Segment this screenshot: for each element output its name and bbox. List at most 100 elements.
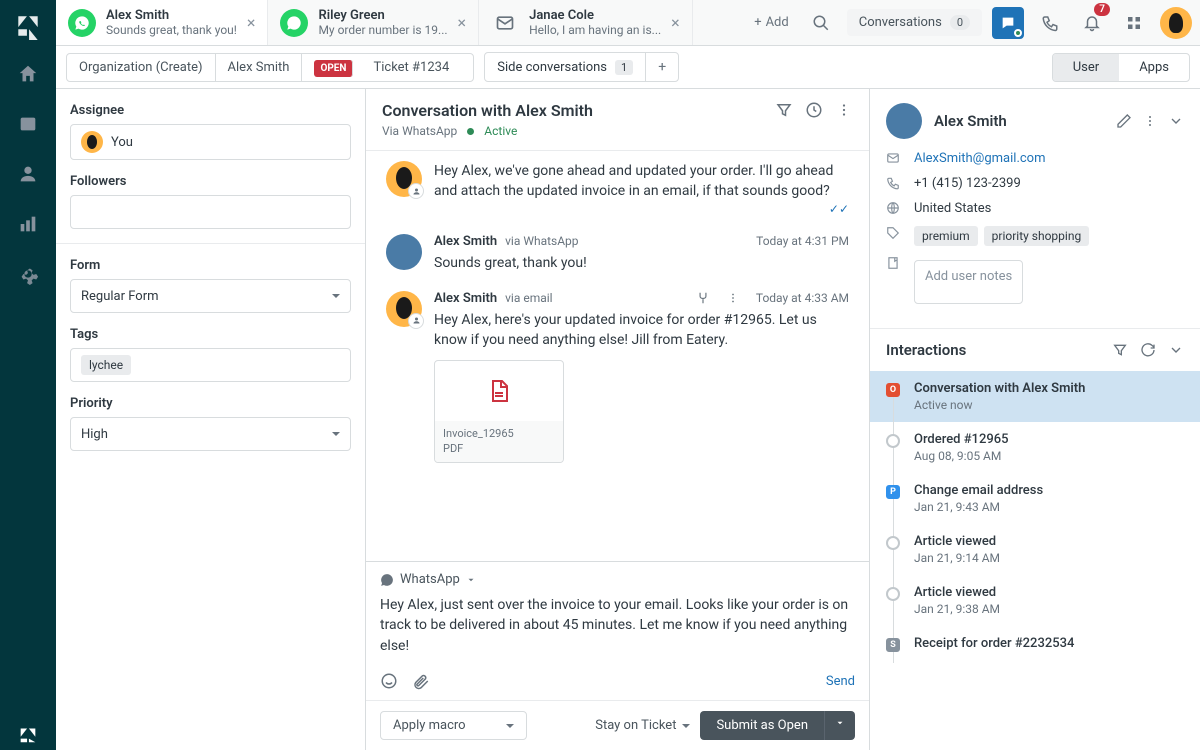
nav-settings[interactable] <box>12 258 44 290</box>
interaction-item[interactable]: SReceipt for order #2232534 <box>870 626 1200 663</box>
followers-field[interactable] <box>70 195 351 229</box>
close-icon[interactable]: × <box>458 13 467 32</box>
emoji-icon[interactable] <box>380 672 398 690</box>
composer-input[interactable]: Hey Alex, just sent over the invoice to … <box>366 591 869 666</box>
tags-label: Tags <box>70 327 351 342</box>
interaction-item[interactable]: Ordered #12965Aug 08, 9:05 AM <box>870 422 1200 473</box>
stay-on-ticket[interactable]: Stay on Ticket <box>595 718 690 733</box>
close-icon[interactable]: × <box>671 13 680 32</box>
chat-button[interactable] <box>992 7 1024 39</box>
ticket-properties: Assignee You Followers Form Regular Form… <box>56 89 366 750</box>
message-via: via email <box>505 291 552 305</box>
crumb-ticket[interactable]: OPENTicket #1234 <box>302 54 473 81</box>
channel-badge-icon <box>408 183 424 199</box>
assignee-field[interactable]: You <box>70 124 351 160</box>
send-button[interactable]: Send <box>826 674 855 689</box>
call-button[interactable] <box>1034 7 1066 39</box>
tab-riley-green[interactable]: Riley GreenMy order number is 19... × <box>268 0 479 45</box>
submit-dropdown[interactable] <box>824 711 855 740</box>
attachment[interactable]: Invoice_12965PDF <box>434 360 564 463</box>
user-pane: Alex Smith AlexSmith@gmail.com +1 (415) … <box>870 89 1200 750</box>
nav-rail <box>0 0 56 750</box>
add-side-conversation[interactable]: + <box>645 53 678 81</box>
interaction-item[interactable]: OConversation with Alex SmithActive now <box>870 371 1200 422</box>
interaction-item[interactable]: PChange email addressJan 21, 9:43 AM <box>870 473 1200 524</box>
nav-customers[interactable] <box>12 158 44 190</box>
plus-icon: + <box>754 15 761 30</box>
whatsapp-icon <box>280 9 308 37</box>
tab-janae-cole[interactable]: Janae ColeHello, I am having an is... × <box>479 0 693 45</box>
tab-subtitle: Sounds great, thank you! <box>106 23 237 37</box>
user-location: United States <box>914 201 991 216</box>
attach-icon[interactable] <box>412 672 430 690</box>
message-more-icon[interactable] <box>726 291 740 305</box>
more-icon[interactable] <box>835 101 853 119</box>
search-button[interactable] <box>805 7 837 39</box>
chevron-down-icon[interactable] <box>1168 113 1184 129</box>
crumb-org[interactable]: Organization (Create) <box>67 54 216 81</box>
submit-button[interactable]: Submit as Open <box>700 711 824 740</box>
message-via: via WhatsApp <box>505 234 578 248</box>
phone-icon <box>886 176 902 190</box>
conversation-pane: Conversation with Alex Smith Via WhatsAp… <box>366 89 870 750</box>
side-conversations-button[interactable]: Side conversations1 <box>485 54 645 81</box>
tag-chip: lychee <box>81 355 131 375</box>
user-notes[interactable]: Add user notes <box>914 260 1023 304</box>
avatar <box>386 234 422 270</box>
interaction-item[interactable]: Article viewedJan 21, 9:14 AM <box>870 524 1200 575</box>
priority-select[interactable]: High <box>70 417 351 451</box>
filter-icon[interactable] <box>1112 342 1128 358</box>
tag-icon <box>886 226 902 240</box>
interaction-item[interactable]: Article viewedJan 21, 9:38 AM <box>870 575 1200 626</box>
history-icon[interactable] <box>805 101 823 119</box>
crumb-user[interactable]: Alex Smith <box>216 54 303 81</box>
macro-select[interactable]: Apply macro <box>380 711 527 740</box>
add-button[interactable]: +Add <box>748 9 795 36</box>
topbar: Alex SmithSounds great, thank you! × Ril… <box>56 0 1200 46</box>
attachment-type: PDF <box>443 442 555 456</box>
nav-reports[interactable] <box>12 208 44 240</box>
user-email[interactable]: AlexSmith@gmail.com <box>914 151 1046 166</box>
apps-button[interactable] <box>1118 7 1150 39</box>
user-tag: premium <box>914 226 978 246</box>
notifications-button[interactable]: 7 <box>1076 7 1108 39</box>
interactions-title: Interactions <box>886 341 1112 359</box>
tab-alex-smith[interactable]: Alex SmithSounds great, thank you! × <box>56 0 268 45</box>
submit-button-group: Submit as Open <box>700 711 855 740</box>
more-icon[interactable] <box>1142 113 1158 129</box>
email-icon <box>491 9 519 37</box>
timeline-dot <box>886 587 900 601</box>
nav-views[interactable] <box>12 108 44 140</box>
status-open-icon: O <box>886 383 900 397</box>
nav-home[interactable] <box>12 58 44 90</box>
tab-title: Riley Green <box>318 8 447 23</box>
attachment-name: Invoice_12965 <box>443 427 555 441</box>
conversation-status: Active <box>484 124 517 138</box>
refresh-icon[interactable] <box>1140 342 1156 358</box>
filter-icon[interactable] <box>775 101 793 119</box>
conversation-title: Conversation with Alex Smith <box>382 101 775 120</box>
status-dot <box>467 128 474 135</box>
tab-subtitle: My order number is 19... <box>318 23 447 37</box>
tab-title: Alex Smith <box>106 8 237 23</box>
interactions-list: OConversation with Alex SmithActive now … <box>870 371 1200 663</box>
fork-icon[interactable] <box>696 291 710 305</box>
close-icon[interactable]: × <box>247 13 256 32</box>
notes-icon <box>886 256 902 270</box>
form-select[interactable]: Regular Form <box>70 279 351 313</box>
toggle-user[interactable]: User <box>1053 54 1119 81</box>
composer-channel[interactable]: WhatsApp <box>366 562 869 591</box>
conversations-pill[interactable]: Conversations0 <box>847 9 982 36</box>
avatar <box>81 131 103 153</box>
user-phone: +1 (415) 123-2399 <box>914 176 1021 191</box>
edit-icon[interactable] <box>1116 113 1132 129</box>
nav-zendesk-icon[interactable] <box>12 718 44 750</box>
status-solved-icon: S <box>886 638 900 652</box>
profile-avatar[interactable] <box>1160 7 1192 39</box>
chevron-down-icon[interactable] <box>1168 342 1184 358</box>
toggle-apps[interactable]: Apps <box>1119 54 1189 81</box>
tags-field[interactable]: lychee <box>70 348 351 382</box>
message-author: Alex Smith <box>434 234 497 249</box>
timeline-dot <box>886 434 900 448</box>
whatsapp-icon <box>68 9 96 37</box>
